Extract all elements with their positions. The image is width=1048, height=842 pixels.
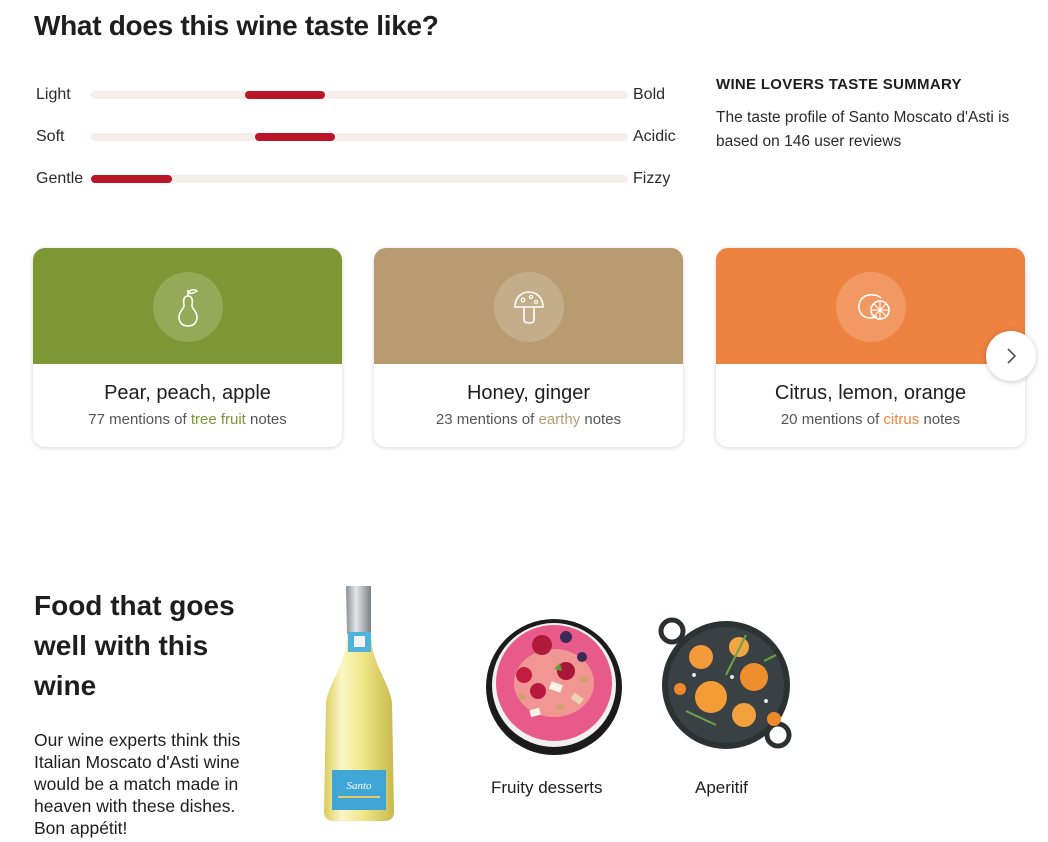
scale-track [91,175,628,183]
note-mentions: 20 mentions of citrus notes [716,411,1025,428]
wine-bottle-image: Santo [318,584,400,829]
scale-track [91,133,628,141]
note-category[interactable]: earthy [539,411,581,428]
mention-count: 20 mentions of [780,411,880,428]
scale-left-label: Gentle [36,170,84,187]
note-card-header [33,248,342,364]
note-mentions: 23 mentions of earthy notes [374,411,683,428]
note-suffix: notes [250,411,287,428]
note-category[interactable]: citrus [883,411,919,428]
mention-count: 77 mentions of [88,411,187,428]
mention-count: 23 mentions of [435,411,535,428]
taste-summary-text: The taste profile of Santo Moscato d'Ast… [716,109,1010,150]
scale-indicator [254,133,336,141]
citrus-icon [835,272,906,342]
pear-icon [152,272,223,342]
taste-scale-soft-acidic: Soft Acidic [36,125,696,149]
scale-indicator [244,91,326,99]
taste-scale-gentle-fizzy: Gentle Fizzy [36,167,696,191]
note-suffix: notes [923,411,961,428]
scale-track [91,91,628,99]
scale-indicator [91,175,172,183]
next-notes-button[interactable] [986,331,1036,381]
note-card-citrus[interactable]: Citrus, lemon, orange 20 mentions of cit… [716,248,1025,447]
pairing-label-fruity-desserts[interactable]: Fruity desserts [491,778,602,798]
mushroom-icon [493,272,564,342]
note-title: Honey, ginger [466,382,591,404]
note-category[interactable]: tree fruit [191,411,246,428]
chevron-right-icon [1007,348,1017,364]
food-heading: Food that goes well with this wine [34,590,235,701]
note-card-tree-fruit[interactable]: Pear, peach, apple 77 mentions of tree f… [33,248,342,447]
food-description: Our wine experts think this Italian Mosc… [34,730,241,838]
taste-summary-heading: WINE LOVERS TASTE SUMMARY [716,76,962,93]
fruity-desserts-image [484,617,624,762]
note-card-earthy[interactable]: Honey, ginger 23 mentions of earthy note… [374,248,683,447]
bottle-label-text: Santo [346,780,372,792]
note-card-header [716,248,1025,364]
scale-left-label: Light [36,86,71,103]
taste-scale-light-bold: Light Bold [36,83,696,107]
aperitif-image [656,615,796,760]
note-title: Pear, peach, apple [104,382,271,404]
pairing-label-aperitif[interactable]: Aperitif [695,778,748,798]
note-mentions: 77 mentions of tree fruit notes [33,411,342,428]
scale-right-label: Fizzy [633,170,671,187]
note-card-header [374,248,683,364]
scale-right-label: Acidic [633,128,676,145]
scale-right-label: Bold [633,86,666,103]
note-suffix: notes [584,411,622,428]
taste-title: What does this wine taste like? [34,10,439,41]
scale-left-label: Soft [36,128,65,145]
note-title: Citrus, lemon, orange [774,382,967,404]
